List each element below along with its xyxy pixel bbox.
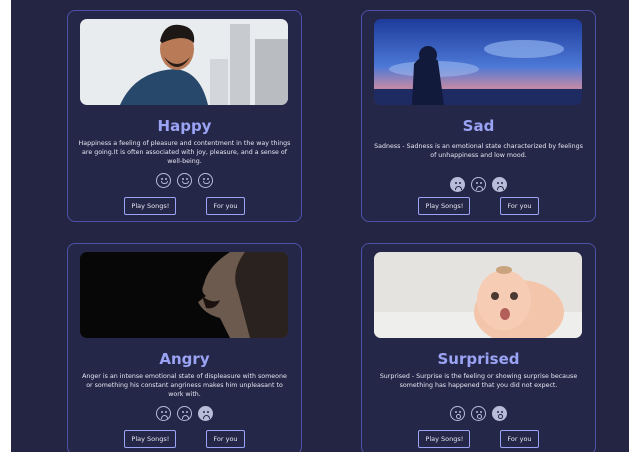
surprised-photo [374, 252, 582, 338]
card-title: Surprised [437, 350, 520, 368]
emoji-row [68, 173, 301, 188]
card-actions: Play Songs! For you [362, 197, 595, 215]
card-actions: Play Songs! For you [68, 430, 301, 448]
card-title: Angry [159, 350, 210, 368]
emotion-card-angry: Angry Anger is an intense emotional stat… [67, 243, 302, 452]
frown-icon [471, 177, 486, 192]
card-actions: Play Songs! For you [362, 430, 595, 448]
crying-icon [492, 177, 507, 192]
emoji-row [68, 406, 301, 421]
smile-icon [198, 173, 213, 188]
sad-photo [374, 19, 582, 105]
frown-icon [156, 406, 171, 421]
smile-icon [156, 173, 171, 188]
emotion-card-happy: Happy Happiness a feeling of pleasure an… [67, 10, 302, 222]
emotion-grid: Happy Happiness a feeling of pleasure an… [11, 0, 629, 452]
card-description: Happiness a feeling of pleasure and cont… [78, 140, 291, 166]
surprised-icon [492, 406, 507, 421]
emotion-card-sad: Sad Sadness - Sadness is an emotional st… [361, 10, 596, 222]
card-description: Anger is an intense emotional state of d… [82, 373, 287, 399]
emoji-row [362, 406, 595, 421]
card-title: Happy [157, 117, 212, 135]
frown-icon [177, 406, 192, 421]
happy-photo [80, 19, 288, 105]
card-title: Sad [462, 117, 495, 135]
play-songs-button[interactable]: Play Songs! [124, 197, 177, 215]
frown-icon [450, 177, 465, 192]
for-you-button[interactable]: For you [500, 430, 539, 448]
for-you-button[interactable]: For you [206, 197, 245, 215]
smile-icon [177, 173, 192, 188]
emoji-row [362, 177, 595, 192]
card-description: Sadness - Sadness is an emotional state … [374, 143, 583, 160]
surprised-icon [450, 406, 465, 421]
emotion-card-surprised: Surprised Surprised - Surprise is the fe… [361, 243, 596, 452]
surprised-icon [471, 406, 486, 421]
card-actions: Play Songs! For you [68, 197, 301, 215]
angry-photo [80, 252, 288, 338]
play-songs-button[interactable]: Play Songs! [418, 430, 471, 448]
angry-icon [198, 406, 213, 421]
play-songs-button[interactable]: Play Songs! [124, 430, 177, 448]
for-you-button[interactable]: For you [500, 197, 539, 215]
card-description: Surprised - Surprise is the feeling or s… [379, 373, 578, 390]
play-songs-button[interactable]: Play Songs! [418, 197, 471, 215]
for-you-button[interactable]: For you [206, 430, 245, 448]
